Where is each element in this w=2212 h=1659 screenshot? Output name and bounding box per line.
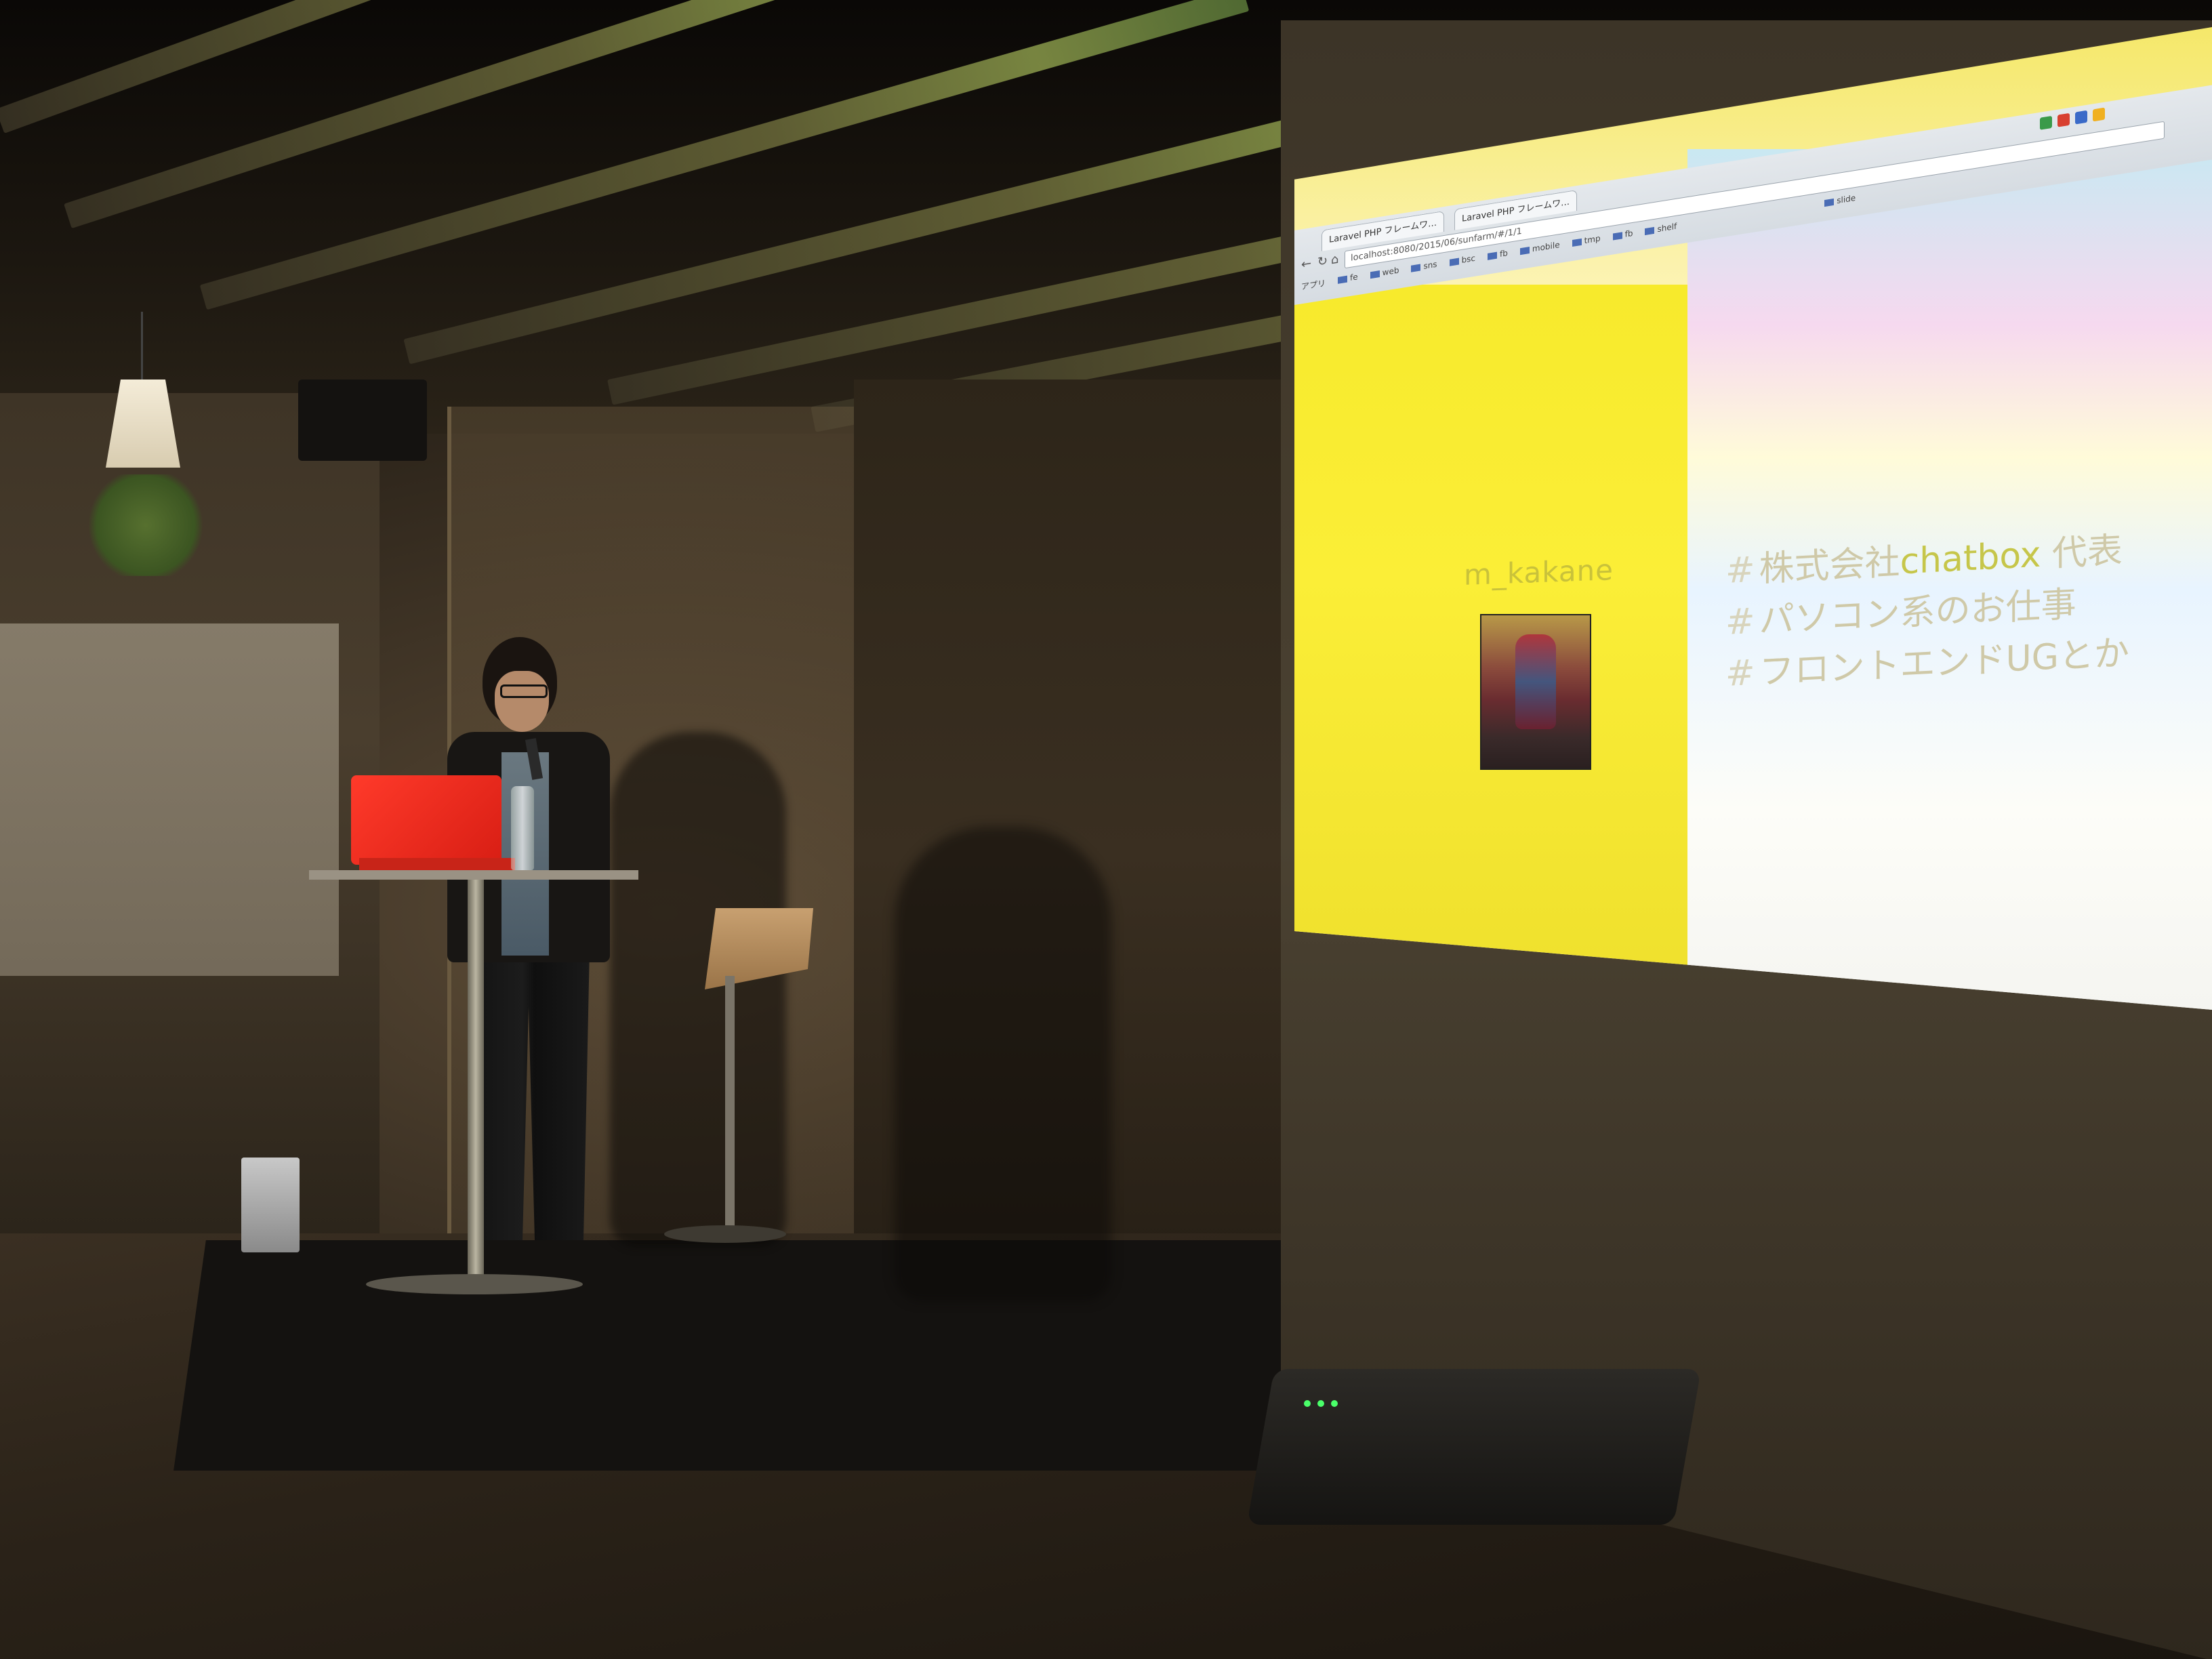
folder-icon [1370, 270, 1380, 279]
bullet-accent: chatbox [1900, 534, 2041, 583]
bookmark-item[interactable]: web [1370, 266, 1399, 282]
folder-icon [1572, 238, 1582, 247]
extension-icon[interactable] [2075, 110, 2087, 125]
bookmark-item[interactable]: sns [1411, 260, 1437, 275]
hanging-plant [81, 474, 210, 576]
projected-slide: Laravel PHP フレームワ… Laravel PHP フレームワ… ← … [1294, 27, 2212, 1010]
bookmark-item[interactable]: tmp [1572, 233, 1601, 249]
folder-icon [1645, 226, 1655, 235]
home-icon[interactable]: ⌂ [1331, 252, 1338, 268]
podium-base [366, 1274, 583, 1294]
projector-led [1331, 1400, 1338, 1407]
photo-scene: Laravel PHP フレームワ… Laravel PHP フレームワ… ← … [0, 0, 2212, 1659]
projector [1246, 1369, 1702, 1525]
bookmark-item[interactable]: fb [1612, 228, 1633, 243]
presenter-name: m_kakane [1464, 553, 1614, 592]
extension-icon[interactable] [2040, 115, 2052, 130]
bookmark-item[interactable]: アプリ [1301, 277, 1326, 293]
ceiling-speaker [298, 380, 427, 461]
presenter-avatar [1480, 614, 1591, 770]
folder-icon [1488, 251, 1498, 260]
podium-top [309, 870, 638, 880]
lamp-cord [141, 312, 143, 386]
back-icon[interactable]: ← [1301, 256, 1311, 272]
extension-icon[interactable] [2057, 112, 2070, 127]
speaker-face [495, 671, 549, 732]
glasses [500, 684, 548, 698]
laptop-on-floor [241, 1158, 300, 1252]
bookmark-item[interactable]: bsc [1449, 253, 1475, 269]
bookmark-item[interactable]: shelf [1645, 222, 1677, 238]
bookmark-item[interactable]: fb [1488, 248, 1508, 263]
podium-pole [468, 880, 484, 1279]
bullet-hash: # [1725, 549, 1755, 592]
folder-icon [1612, 231, 1622, 241]
bookmark-item-slide[interactable]: slide [1824, 193, 1856, 209]
red-laptop [351, 775, 501, 865]
bookmark-item[interactable]: mobile [1519, 240, 1560, 258]
folder-icon [1449, 258, 1459, 266]
extension-icons [2040, 107, 2105, 130]
folder-icon [1824, 198, 1835, 207]
whiteboard [0, 623, 339, 976]
speaker-shadow [610, 732, 786, 1247]
extension-icon[interactable] [2093, 107, 2105, 122]
projector-led [1317, 1400, 1324, 1407]
bullet-hash: # [1725, 600, 1755, 643]
speaker-shadow-large [895, 827, 1111, 1301]
folder-icon [1338, 275, 1348, 284]
reload-icon[interactable]: ↻ [1317, 253, 1328, 269]
folder-icon [1519, 246, 1530, 255]
bullet-suffix: 代表 [2041, 530, 2123, 575]
bullet-hash: # [1725, 652, 1755, 695]
folder-icon [1411, 263, 1421, 272]
bar-stool-pole [725, 976, 735, 1233]
projector-led [1304, 1400, 1311, 1407]
bar-stool-base [664, 1225, 786, 1243]
bullet-text: 株式会社 [1759, 541, 1900, 590]
water-bottle [511, 786, 534, 870]
bookmark-item[interactable]: fe [1338, 272, 1358, 287]
stage-platform [173, 1240, 1358, 1471]
red-laptop-base [359, 858, 515, 870]
